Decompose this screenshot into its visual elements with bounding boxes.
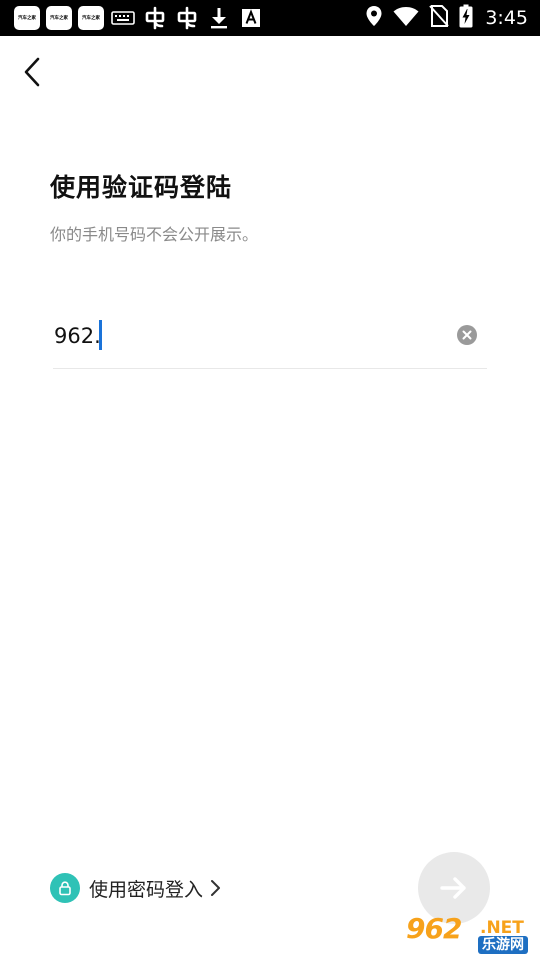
status-bar-system: 3:45 <box>365 4 528 32</box>
a-icon <box>238 5 264 31</box>
wifi-icon <box>393 5 419 31</box>
password-login-label: 使用密码登入 <box>89 878 204 901</box>
app-notification-icon: 汽车之家 <box>14 6 40 30</box>
status-bar: 汽车之家 汽车之家 汽车之家 3:45 <box>0 0 540 36</box>
download-icon <box>206 5 232 31</box>
site-watermark: 962 .NET 乐游网 <box>402 912 536 956</box>
status-bar-notifications: 汽车之家 汽车之家 汽车之家 <box>14 5 264 31</box>
arrow-right-icon <box>440 877 466 899</box>
text-caret <box>99 320 102 350</box>
lock-icon <box>50 873 80 903</box>
chevron-right-icon <box>209 878 221 898</box>
no-sim-icon <box>429 4 450 32</box>
watermark-number: 962 <box>406 912 462 945</box>
location-icon <box>365 5 383 31</box>
battery-charging-icon <box>459 4 473 32</box>
status-time: 3:45 <box>485 7 528 29</box>
password-login-link[interactable]: 使用密码登入 <box>50 873 221 903</box>
watermark-site: 乐游网 <box>478 936 528 954</box>
watermark-domain: .NET <box>480 918 524 938</box>
app-notification-icon: 汽车之家 <box>46 6 72 30</box>
clear-input-button[interactable] <box>457 325 477 345</box>
app-notification-icon: 汽车之家 <box>78 6 104 30</box>
close-icon <box>462 330 472 340</box>
back-button[interactable] <box>14 52 50 92</box>
input-divider <box>53 368 487 369</box>
bug-icon <box>142 5 168 31</box>
page-subtitle: 你的手机号码不会公开展示。 <box>50 225 259 244</box>
keyboard-icon <box>110 5 136 31</box>
bug-icon <box>174 5 200 31</box>
page-title: 使用验证码登陆 <box>50 173 233 202</box>
phone-number-input[interactable] <box>54 318 444 354</box>
chevron-left-icon <box>24 57 40 87</box>
